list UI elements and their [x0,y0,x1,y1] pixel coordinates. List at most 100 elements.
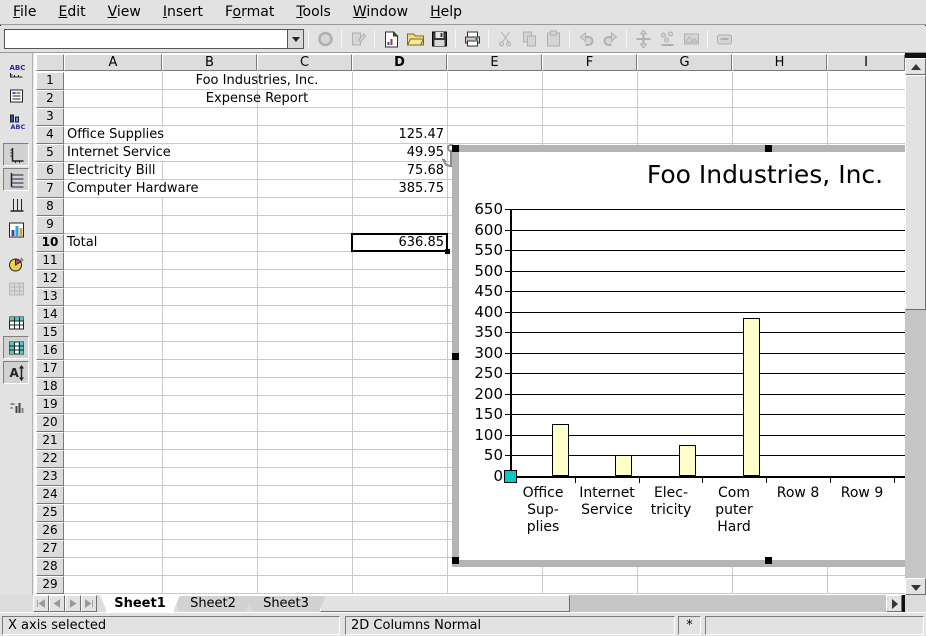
selection-handle[interactable] [452,145,459,152]
column-header-A[interactable]: A [64,54,162,71]
column-header-I[interactable]: I [827,54,905,71]
cell-d5[interactable]: 49.95 [352,145,444,161]
name-box-input[interactable] [5,30,287,48]
select-all-corner[interactable] [36,54,64,71]
scroll-down-button[interactable] [905,578,926,595]
row-header-26[interactable]: 26 [36,522,64,540]
legend-on-off-button[interactable] [3,84,29,107]
row-header-10[interactable]: 10 [36,234,64,252]
row-header-25[interactable]: 25 [36,504,64,522]
row-header-18[interactable]: 18 [36,378,64,396]
name-box-dropdown-button[interactable] [287,30,303,48]
row-header-28[interactable]: 28 [36,558,64,576]
cell-d6[interactable]: 75.68 [352,163,444,179]
bar-1[interactable] [552,424,569,476]
row-header-17[interactable]: 17 [36,360,64,378]
bar-4[interactable] [743,318,760,476]
row-header-29[interactable]: 29 [36,576,64,594]
first-sheet-button[interactable] [33,595,49,612]
scroll-up-button[interactable] [905,58,926,75]
column-header-F[interactable]: F [542,54,637,71]
axis-selection-handle[interactable] [504,470,517,483]
last-sheet-button[interactable] [81,595,97,612]
column-header-H[interactable]: H [732,54,827,71]
row-header-7[interactable]: 7 [36,180,64,198]
selection-handle[interactable] [765,557,772,564]
y-axis-label[interactable]: 600 [463,222,503,238]
autoformat-button[interactable] [3,252,29,275]
menu-view[interactable]: View [97,2,152,22]
edit-chart-type-button[interactable] [3,218,29,241]
spreadsheet-grid[interactable]: ABCDEFGHI1234567891011121314151617181920… [34,53,905,595]
row-header-19[interactable]: 19 [36,396,64,414]
chart-object[interactable]: Foo Industries, Inc.05010015020025030035… [452,145,905,567]
row-header-16[interactable]: 16 [36,342,64,360]
y-axis-label[interactable]: 50 [463,447,503,463]
horizontal-scrollbar[interactable] [318,595,905,612]
horizontal-grid-on-off-button[interactable] [3,168,29,191]
y-axis-label[interactable]: 350 [463,324,503,340]
merged-title-cell[interactable]: Expense Report [162,91,352,107]
data-in-rows-button[interactable] [3,311,29,334]
y-axis-label[interactable]: 100 [463,427,503,443]
new-document-icon[interactable] [379,27,403,51]
y-axis-label[interactable]: 400 [463,304,503,320]
row-header-14[interactable]: 14 [36,306,64,324]
row-header-6[interactable]: 6 [36,162,64,180]
merged-title-cell[interactable]: Foo Industries, Inc. [162,73,352,89]
row-header-15[interactable]: 15 [36,324,64,342]
row-header-22[interactable]: 22 [36,450,64,468]
selection-handle[interactable] [765,145,772,152]
row-header-20[interactable]: 20 [36,414,64,432]
y-axis-label[interactable]: 200 [463,386,503,402]
row-header-13[interactable]: 13 [36,288,64,306]
y-axis-label[interactable]: 650 [463,201,503,217]
scale-text-button[interactable]: A [3,361,29,384]
x-axis-category-label[interactable]: Row 8 [777,485,819,502]
cell-a10[interactable]: Total [65,235,99,251]
previous-sheet-button[interactable] [49,595,65,612]
chart-title[interactable]: Foo Industries, Inc. [647,160,883,189]
row-header-27[interactable]: 27 [36,540,64,558]
vertical-scroll-thumb[interactable] [905,75,926,310]
bar-3[interactable] [679,445,696,476]
row-header-3[interactable]: 3 [36,108,64,126]
save-icon[interactable] [427,27,451,51]
column-header-E[interactable]: E [447,54,542,71]
tab-sheet1[interactable]: Sheet1 [100,595,180,612]
x-axis-category-label[interactable]: Office Sup- plies [523,485,564,536]
menu-tools[interactable]: Tools [285,2,342,22]
cell-cursor[interactable] [351,233,448,252]
menu-insert[interactable]: Insert [152,2,214,22]
y-axis-label[interactable]: 450 [463,283,503,299]
selection-handle[interactable] [452,353,459,360]
row-header-2[interactable]: 2 [36,90,64,108]
show-axis-descriptions-button[interactable] [3,143,29,166]
data-in-columns-button[interactable] [3,336,29,359]
row-header-24[interactable]: 24 [36,486,64,504]
cell-d7[interactable]: 385.75 [352,181,444,197]
x-axis-category-label[interactable]: Com puter Hard [715,485,753,536]
row-header-12[interactable]: 12 [36,270,64,288]
title-on-off-button[interactable]: ABC [3,59,29,82]
y-axis[interactable] [510,209,512,478]
tab-sheet2[interactable]: Sheet2 [173,595,253,612]
y-axis-label[interactable]: 0 [463,468,503,484]
y-axis-label[interactable]: 550 [463,242,503,258]
fill-handle[interactable] [445,249,450,254]
y-axis-label[interactable]: 300 [463,345,503,361]
menu-file[interactable]: File [2,2,47,22]
row-header-8[interactable]: 8 [36,198,64,216]
x-axis-category-label[interactable]: Elec- tricity [651,485,692,519]
column-header-C[interactable]: C [257,54,352,71]
row-header-4[interactable]: 4 [36,126,64,144]
row-header-5[interactable]: 5 [36,144,64,162]
tab-sheet3[interactable]: Sheet3 [246,595,326,612]
vertical-scrollbar[interactable] [905,53,926,595]
cell-a7[interactable]: Computer Hardware [65,181,201,197]
cell-a5[interactable]: Internet Service [65,145,173,161]
automatic-layout-button[interactable] [3,395,29,418]
x-axis-category-label[interactable]: Internet Service [579,485,635,519]
column-header-G[interactable]: G [637,54,732,71]
row-header-11[interactable]: 11 [36,252,64,270]
